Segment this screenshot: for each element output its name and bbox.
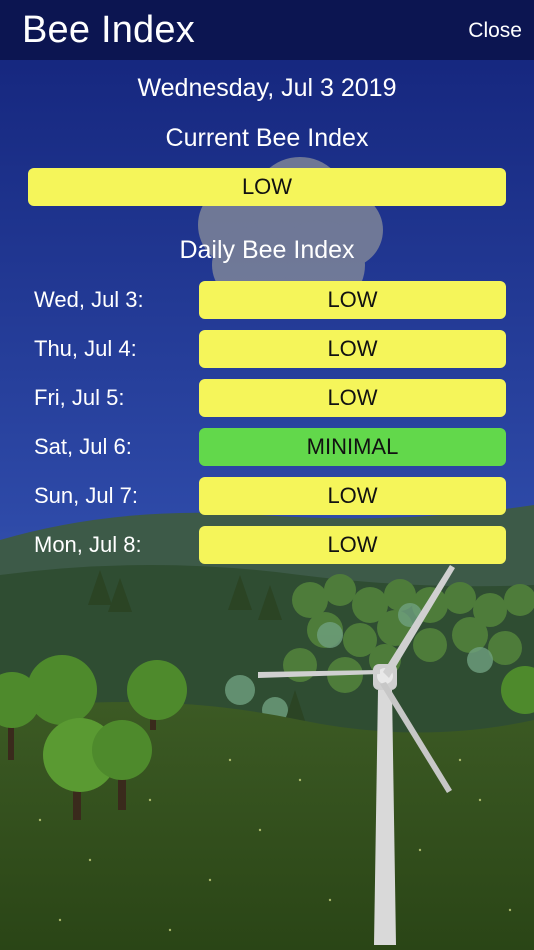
day-label: Fri, Jul 5: [34, 385, 125, 410]
day-index-value: LOW [199, 477, 506, 515]
current-date: Wednesday, Jul 3 2019 [137, 74, 397, 102]
daily-bee-index-title: Daily Bee Index [179, 236, 355, 264]
day-index-value: LOW [199, 281, 506, 319]
day-label: Wed, Jul 3: [34, 287, 144, 312]
top-bar: Bee Index Close [0, 0, 534, 60]
day-label: Sat, Jul 6: [34, 434, 132, 459]
day-label: Sun, Jul 7: [34, 483, 138, 508]
app-title: Bee Index [22, 9, 195, 51]
day-index-value: LOW [199, 379, 506, 417]
day-label: Thu, Jul 4: [34, 336, 137, 361]
current-bee-index-title: Current Bee Index [165, 124, 369, 152]
day-index-value: LOW [199, 526, 506, 564]
day-index-value: LOW [199, 330, 506, 368]
current-bee-index-value: LOW [28, 168, 506, 206]
close-button[interactable]: Close [468, 19, 522, 43]
day-label: Mon, Jul 8: [34, 532, 142, 557]
day-index-value: MINIMAL [199, 428, 506, 466]
